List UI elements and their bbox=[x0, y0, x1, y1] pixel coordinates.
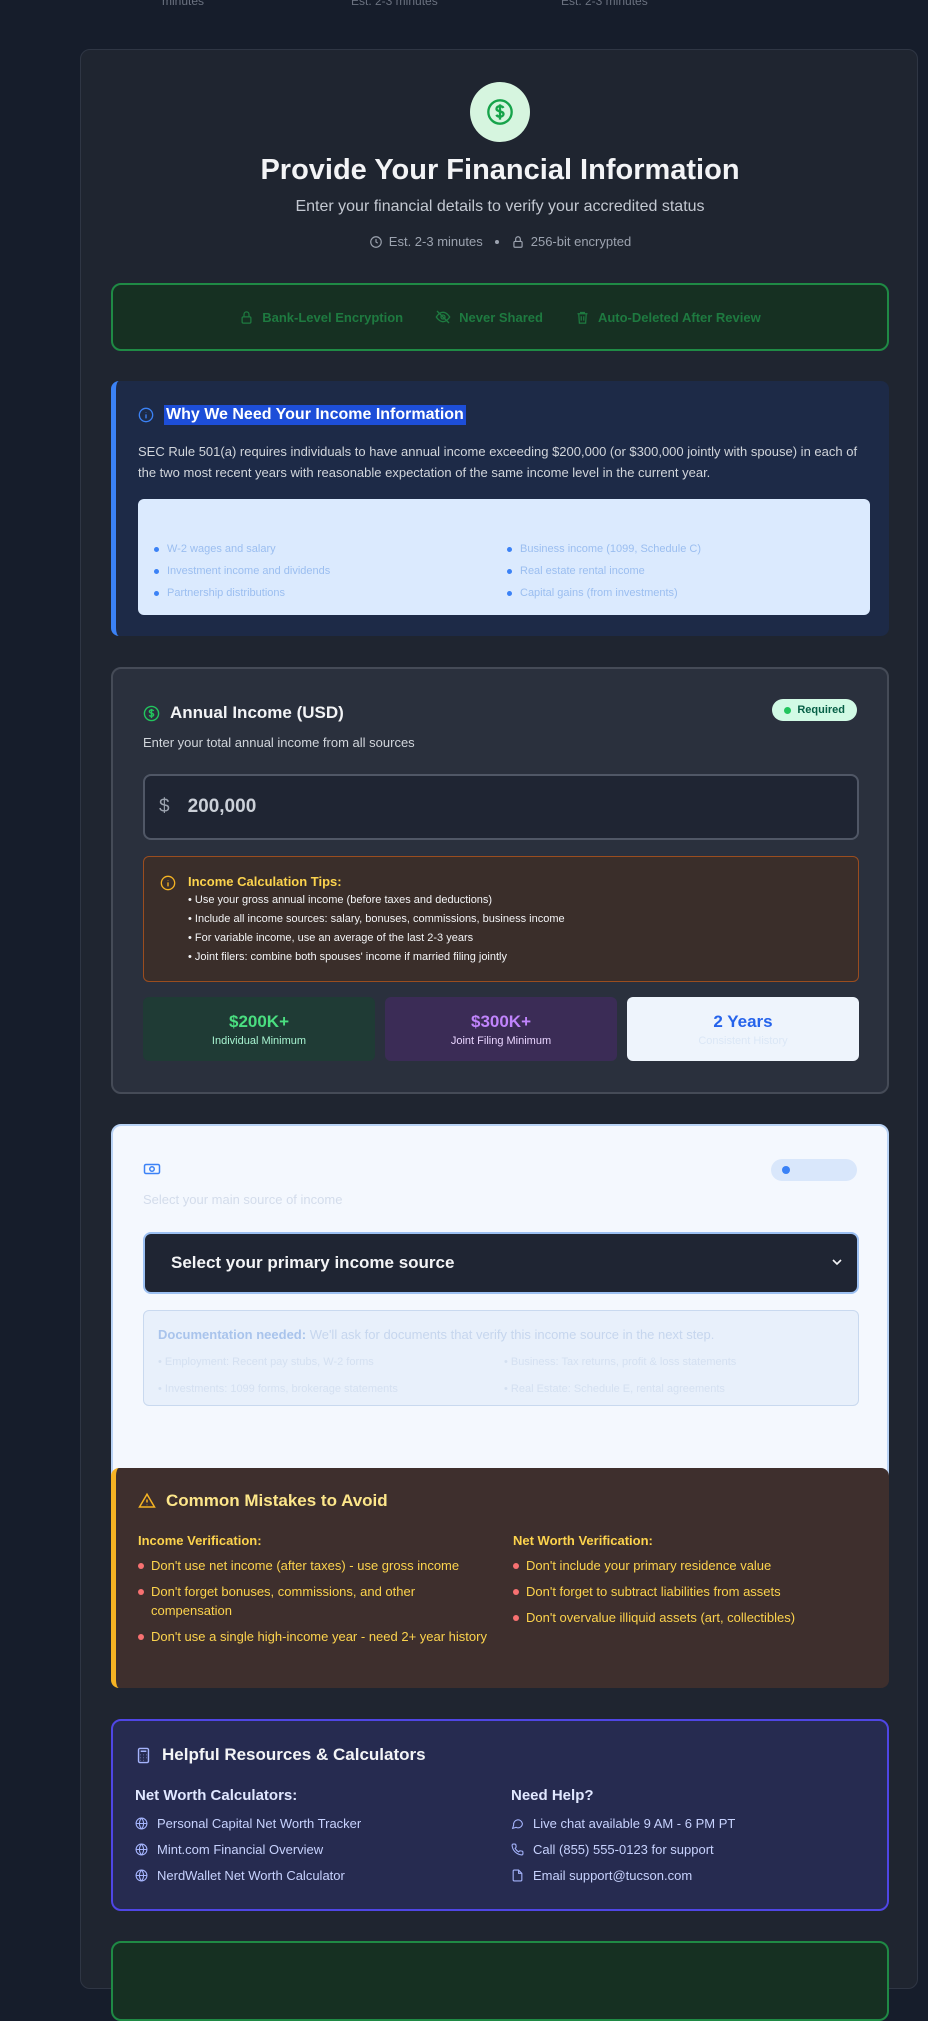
tip-item: Include all income sources: salary, bonu… bbox=[188, 910, 565, 929]
resource-link[interactable]: Personal Capital Net Worth Tracker bbox=[135, 1810, 361, 1836]
calculator-icon bbox=[137, 1747, 150, 1763]
encryption-note: 256-bit encrypted bbox=[530, 234, 632, 249]
dollar-icon bbox=[143, 705, 160, 721]
resource-link[interactable]: NerdWallet Net Worth Calculator bbox=[135, 1862, 361, 1888]
dollar-icon bbox=[470, 82, 530, 142]
column-heading: Net Worth Verification: bbox=[513, 1533, 653, 1548]
globe-icon bbox=[135, 1869, 148, 1881]
annual-income-section: Annual Income (USD) Required Enter your … bbox=[111, 667, 889, 1094]
section-subtitle: Enter your total annual income from all … bbox=[143, 735, 415, 750]
list-item: Partnership distributions bbox=[154, 582, 330, 604]
select-value: Select your primary income source bbox=[171, 1253, 455, 1272]
lock-icon bbox=[513, 235, 523, 248]
panel-title: Common Mistakes to Avoid bbox=[166, 1491, 388, 1510]
stat-card: $200K+ Individual Minimum bbox=[143, 997, 375, 1061]
info-icon bbox=[138, 407, 154, 423]
threshold-stats: $200K+ Individual Minimum $300K+ Joint F… bbox=[143, 997, 859, 1061]
warning-icon bbox=[138, 1492, 156, 1508]
chevron-down-icon bbox=[832, 1259, 842, 1266]
page-subtitle: Enter your financial details to verify y… bbox=[295, 198, 705, 215]
security-item: Never Shared bbox=[459, 309, 543, 325]
trash-icon bbox=[577, 311, 588, 324]
meta-fragment: minutes bbox=[162, 0, 205, 8]
security-item: Auto-Deleted After Review bbox=[597, 309, 761, 325]
page-title: Provide Your Financial Information bbox=[260, 154, 740, 186]
mistake-item: Don't forget bonuses, commissions, and o… bbox=[138, 1582, 488, 1620]
doc-item: • Business: Tax returns, profit & loss s… bbox=[504, 1356, 737, 1368]
financial-info-card: Provide Your Financial Information Enter… bbox=[80, 49, 919, 2021]
column-heading: Need Help? bbox=[511, 1787, 594, 1804]
globe-icon bbox=[135, 1817, 148, 1829]
phone-icon bbox=[511, 1843, 524, 1855]
required-badge: Required bbox=[772, 699, 857, 721]
globe-icon bbox=[135, 1843, 148, 1855]
resource-link[interactable]: Mint.com Financial Overview bbox=[135, 1836, 361, 1862]
currency-symbol: $ bbox=[159, 796, 170, 817]
lock-icon bbox=[241, 310, 252, 324]
help-link[interactable]: Call (855) 555-0123 for support bbox=[511, 1836, 735, 1862]
doc-item: • Real Estate: Schedule E, rental agreem… bbox=[504, 1383, 725, 1395]
annual-income-input[interactable]: $ 200,000 bbox=[143, 774, 859, 840]
security-assurance-bar: Bank-Level Encryption Never Shared Auto-… bbox=[111, 283, 889, 351]
meta-fragment: Est. 2-3 minutes bbox=[561, 0, 648, 8]
why-title: Why We Need Your Income Information bbox=[164, 405, 466, 425]
mistake-item: Don't overvalue illiquid assets (art, co… bbox=[513, 1608, 863, 1627]
mistake-item: Don't forget to subtract liabilities fro… bbox=[513, 1582, 863, 1601]
why-income-info-panel: Why We Need Your Income Information SEC … bbox=[111, 381, 889, 636]
next-section-edge bbox=[111, 1941, 889, 2021]
panel-title: Helpful Resources & Calculators bbox=[162, 1745, 426, 1764]
documentation-note: Documentation needed: We'll ask for docu… bbox=[143, 1310, 859, 1406]
stat-card: 2 Years Consistent History bbox=[627, 997, 859, 1061]
why-body: SEC Rule 501(a) requires individuals to … bbox=[138, 444, 858, 480]
tips-title: Income Calculation Tips: bbox=[188, 874, 342, 889]
clock-icon bbox=[369, 235, 382, 248]
help-link[interactable]: Live chat available 9 AM - 6 PM PT bbox=[511, 1810, 735, 1836]
mistake-item: Don't include your primary residence val… bbox=[513, 1556, 863, 1575]
tip-item: For variable income, use an average of t… bbox=[188, 929, 565, 948]
meta-fragment: Est. 2-3 minutes bbox=[351, 0, 438, 8]
list-item: Real estate rental income bbox=[507, 560, 701, 582]
column-heading: Income Verification: bbox=[138, 1533, 262, 1548]
section-title: Annual Income (USD) bbox=[170, 703, 344, 722]
section-subtitle: Select your main source of income bbox=[143, 1192, 343, 1207]
status-pill bbox=[771, 1159, 857, 1181]
stat-card: $300K+ Joint Filing Minimum bbox=[385, 997, 617, 1061]
help-link[interactable]: Email support@tucson.com bbox=[511, 1862, 735, 1888]
mistake-item: Don't use a single high-income year - ne… bbox=[138, 1627, 488, 1646]
time-estimate: Est. 2-3 minutes bbox=[388, 234, 483, 249]
meta-row: Est. 2-3 minutes 256-bit encrypted bbox=[81, 234, 919, 249]
chat-icon bbox=[511, 1818, 523, 1829]
tip-item: Joint filers: combine both spouses' inco… bbox=[188, 948, 565, 967]
income-value[interactable]: 200,000 bbox=[188, 796, 257, 818]
eye-off-icon bbox=[435, 310, 451, 324]
income-source-section: Select your main source of income Select… bbox=[111, 1124, 889, 1488]
list-item: Business income (1099, Schedule C) bbox=[507, 538, 701, 560]
resources-panel: Helpful Resources & Calculators Net Wort… bbox=[111, 1719, 889, 1911]
list-item: W-2 wages and salary bbox=[154, 538, 330, 560]
banknote-icon bbox=[143, 1163, 161, 1175]
income-types-box: W-2 wages and salary Investment income a… bbox=[138, 499, 870, 615]
list-item: Capital gains (from investments) bbox=[507, 582, 701, 604]
doc-item: • Investments: 1099 forms, brokerage sta… bbox=[158, 1383, 398, 1395]
income-source-select[interactable]: Select your primary income source bbox=[143, 1232, 859, 1294]
common-mistakes-panel: Common Mistakes to Avoid Income Verifica… bbox=[111, 1468, 889, 1688]
list-item: Investment income and dividends bbox=[154, 560, 330, 582]
info-icon bbox=[160, 875, 176, 891]
doc-item: • Employment: Recent pay stubs, W-2 form… bbox=[158, 1356, 374, 1368]
security-item: Bank-Level Encryption bbox=[262, 309, 404, 325]
income-tips-box: Income Calculation Tips: Use your gross … bbox=[143, 856, 859, 982]
tip-item: Use your gross annual income (before tax… bbox=[188, 891, 565, 910]
mistake-item: Don't use net income (after taxes) - use… bbox=[138, 1556, 488, 1575]
document-icon bbox=[512, 1869, 523, 1881]
column-heading: Net Worth Calculators: bbox=[135, 1787, 298, 1804]
